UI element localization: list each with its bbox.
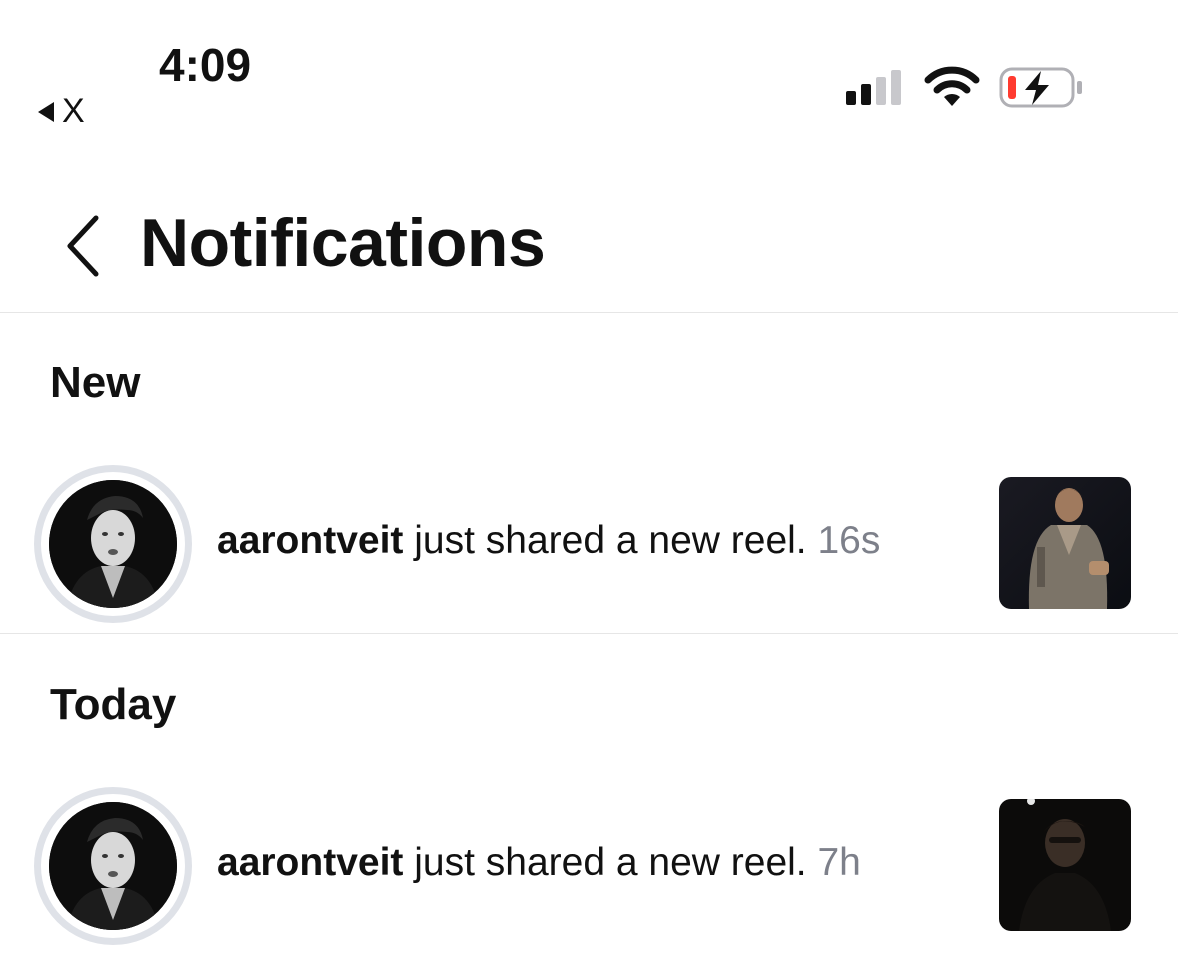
section-label-today: Today (50, 680, 177, 729)
reel-preview-image-icon (999, 477, 1131, 609)
section-label-new: New (50, 358, 141, 407)
notifications-header: Notifications (0, 190, 1178, 313)
reel-thumbnail[interactable] (999, 477, 1131, 609)
cellular-signal-icon (846, 70, 901, 105)
reel-thumbnail[interactable] (999, 799, 1131, 931)
username-link[interactable]: aarontveit (217, 841, 403, 884)
back-app-label: X (62, 92, 85, 130)
avatar[interactable] (34, 787, 192, 945)
notification-time: 16s (817, 519, 881, 562)
notification-message: just shared a new reel. (414, 519, 807, 562)
avatar[interactable] (34, 465, 192, 623)
battery-charging-icon (999, 67, 1082, 108)
back-triangle-icon (38, 101, 54, 122)
page-title: Notifications (140, 205, 546, 281)
notification-time: 7h (817, 841, 861, 884)
profile-photo-icon (49, 802, 177, 930)
profile-photo-icon (49, 480, 177, 608)
section-divider (0, 633, 1178, 634)
back-to-app-button[interactable]: X (38, 92, 85, 131)
notification-item[interactable]: aarontveit just shared a new reel. 16s (0, 465, 1178, 625)
wifi-icon (924, 66, 980, 106)
username-link[interactable]: aarontveit (217, 519, 403, 562)
reel-preview-image-icon (999, 799, 1131, 931)
status-time: 4:09 (159, 39, 252, 91)
notification-text: aarontveit just shared a new reel. 7h (217, 841, 861, 885)
notification-message: just shared a new reel. (414, 841, 807, 884)
notification-text: aarontveit just shared a new reel. 16s (217, 519, 880, 563)
notification-item[interactable]: aarontveit just shared a new reel. 7h (0, 787, 1178, 947)
back-chevron-icon[interactable] (62, 214, 104, 278)
